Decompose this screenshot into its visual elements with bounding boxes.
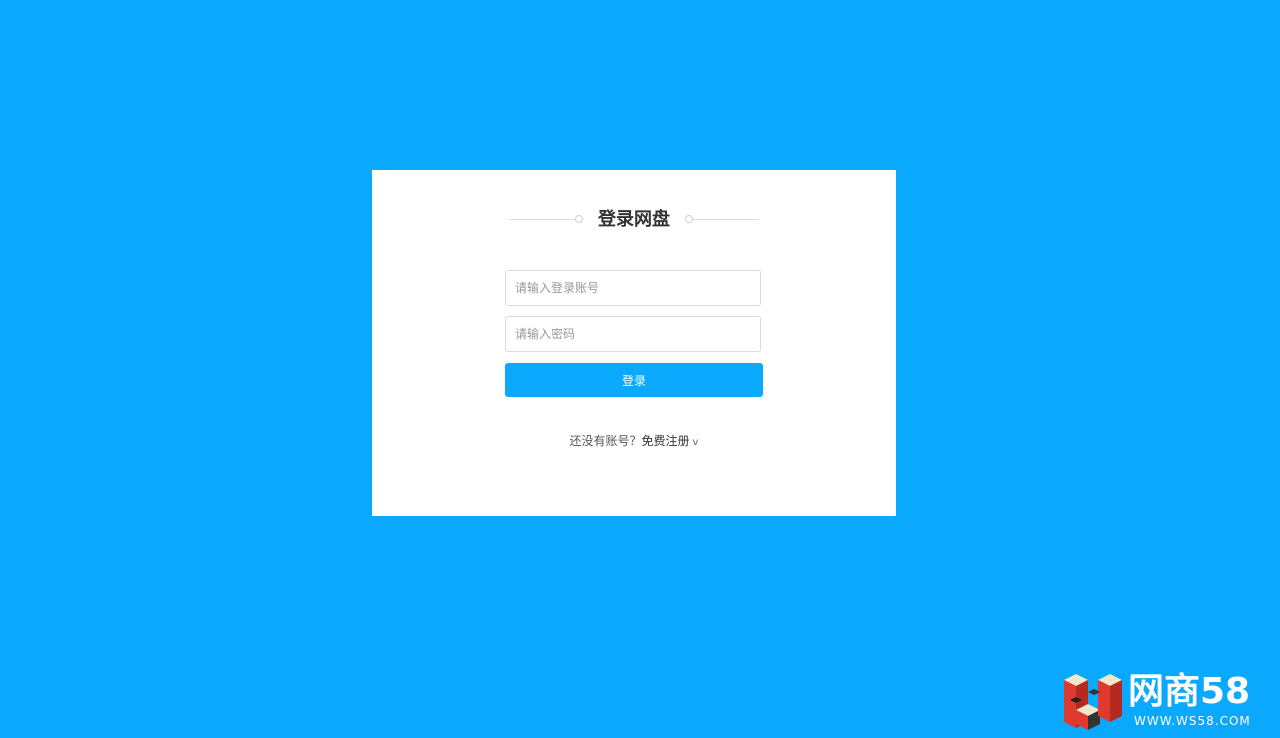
watermark: 网商58 WWW.WS58.COM	[1062, 670, 1272, 732]
password-input[interactable]	[505, 316, 761, 352]
account-input[interactable]	[505, 270, 761, 306]
title-divider-right	[693, 219, 759, 220]
chevron-down-icon[interactable]: v	[693, 434, 699, 452]
login-button[interactable]: 登录	[505, 363, 763, 397]
title-divider-dot-right	[685, 215, 693, 223]
watermark-name: 网商58	[1128, 671, 1251, 712]
watermark-logo-icon	[1064, 674, 1122, 730]
login-card: 登录网盘 登录 还没有账号？免费注册v	[372, 170, 896, 516]
register-link[interactable]: 免费注册	[642, 434, 690, 448]
watermark-url: WWW.WS58.COM	[1134, 714, 1251, 728]
page-title: 登录网盘	[598, 209, 670, 230]
register-row: 还没有账号？免费注册 v	[372, 432, 896, 452]
register-prompt: 还没有账号？	[569, 434, 642, 448]
title-row: 登录网盘	[372, 206, 896, 234]
